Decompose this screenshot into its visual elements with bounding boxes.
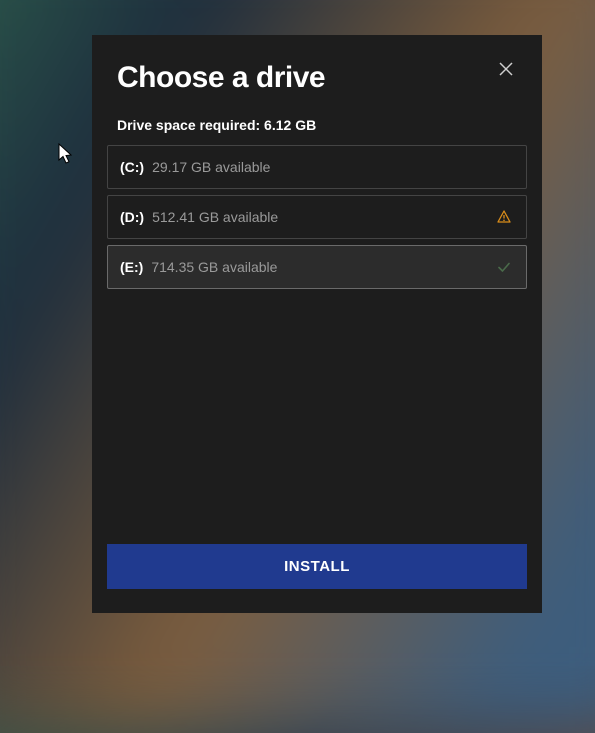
dialog-title: Choose a drive (117, 61, 325, 95)
drive-option-e[interactable]: (E:) 714.35 GB available (107, 245, 527, 289)
drive-option-d[interactable]: (D:) 512.41 GB available (107, 195, 527, 239)
warning-icon (496, 209, 512, 225)
drive-letter: (E:) (120, 259, 143, 275)
drive-available: 29.17 GB available (152, 159, 496, 175)
status-none-icon (496, 159, 512, 175)
check-icon (496, 259, 512, 275)
drive-letter: (D:) (120, 209, 144, 225)
close-icon (499, 62, 513, 76)
drive-list: (C:) 29.17 GB available (D:) 512.41 GB a… (93, 145, 541, 295)
drive-letter: (C:) (120, 159, 144, 175)
drive-option-c[interactable]: (C:) 29.17 GB available (107, 145, 527, 189)
install-button[interactable]: INSTALL (107, 544, 527, 589)
drive-available: 512.41 GB available (152, 209, 496, 225)
dialog-header: Choose a drive (93, 59, 541, 95)
choose-drive-dialog: Choose a drive Drive space required: 6.1… (92, 35, 542, 613)
drive-available: 714.35 GB available (151, 259, 496, 275)
space-required-label: Drive space required: 6.12 GB (93, 95, 541, 145)
close-button[interactable] (495, 57, 517, 83)
